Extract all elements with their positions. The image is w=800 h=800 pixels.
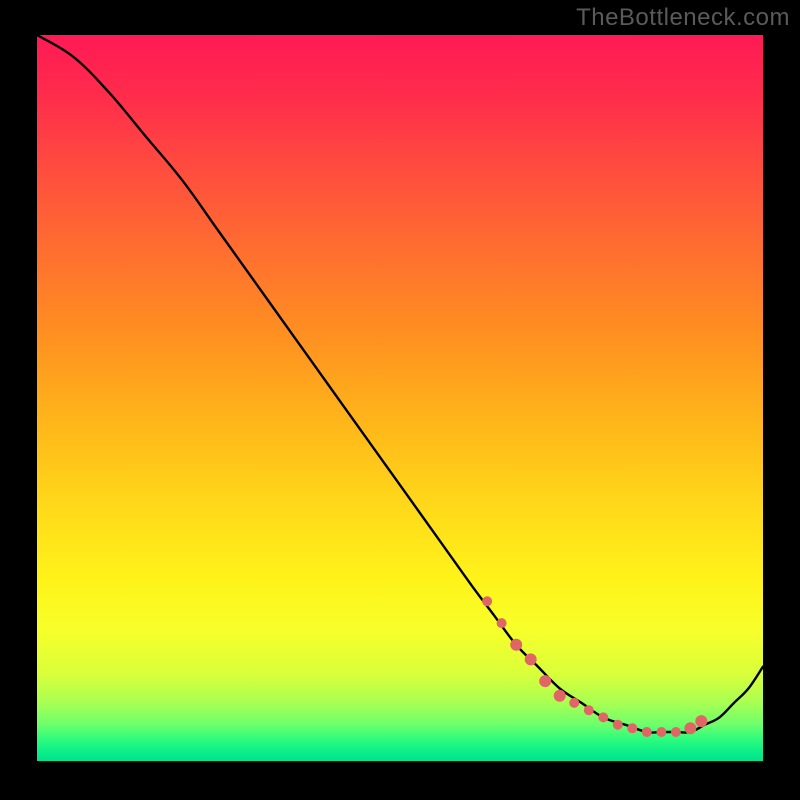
curve-marker	[627, 723, 637, 733]
watermark-text: TheBottleneck.com	[576, 4, 790, 32]
curve-marker	[656, 727, 666, 737]
curve-marker	[539, 675, 551, 687]
curve-marker	[569, 698, 579, 708]
curve-marker	[642, 727, 652, 737]
curve-marker	[554, 690, 566, 702]
curve-marker	[510, 639, 522, 651]
curve-marker	[584, 705, 594, 715]
curve-marker	[695, 715, 707, 727]
curve-marker	[613, 720, 623, 730]
plot-area	[37, 35, 763, 761]
curve-svg	[37, 35, 763, 761]
curve-marker	[497, 618, 507, 628]
marker-group	[482, 596, 707, 737]
curve-marker	[482, 596, 492, 606]
curve-marker	[598, 712, 608, 722]
chart-frame: TheBottleneck.com	[0, 0, 800, 800]
curve-marker	[684, 722, 696, 734]
curve-marker	[671, 727, 681, 737]
curve-marker	[525, 653, 537, 665]
bottleneck-curve	[37, 35, 763, 733]
